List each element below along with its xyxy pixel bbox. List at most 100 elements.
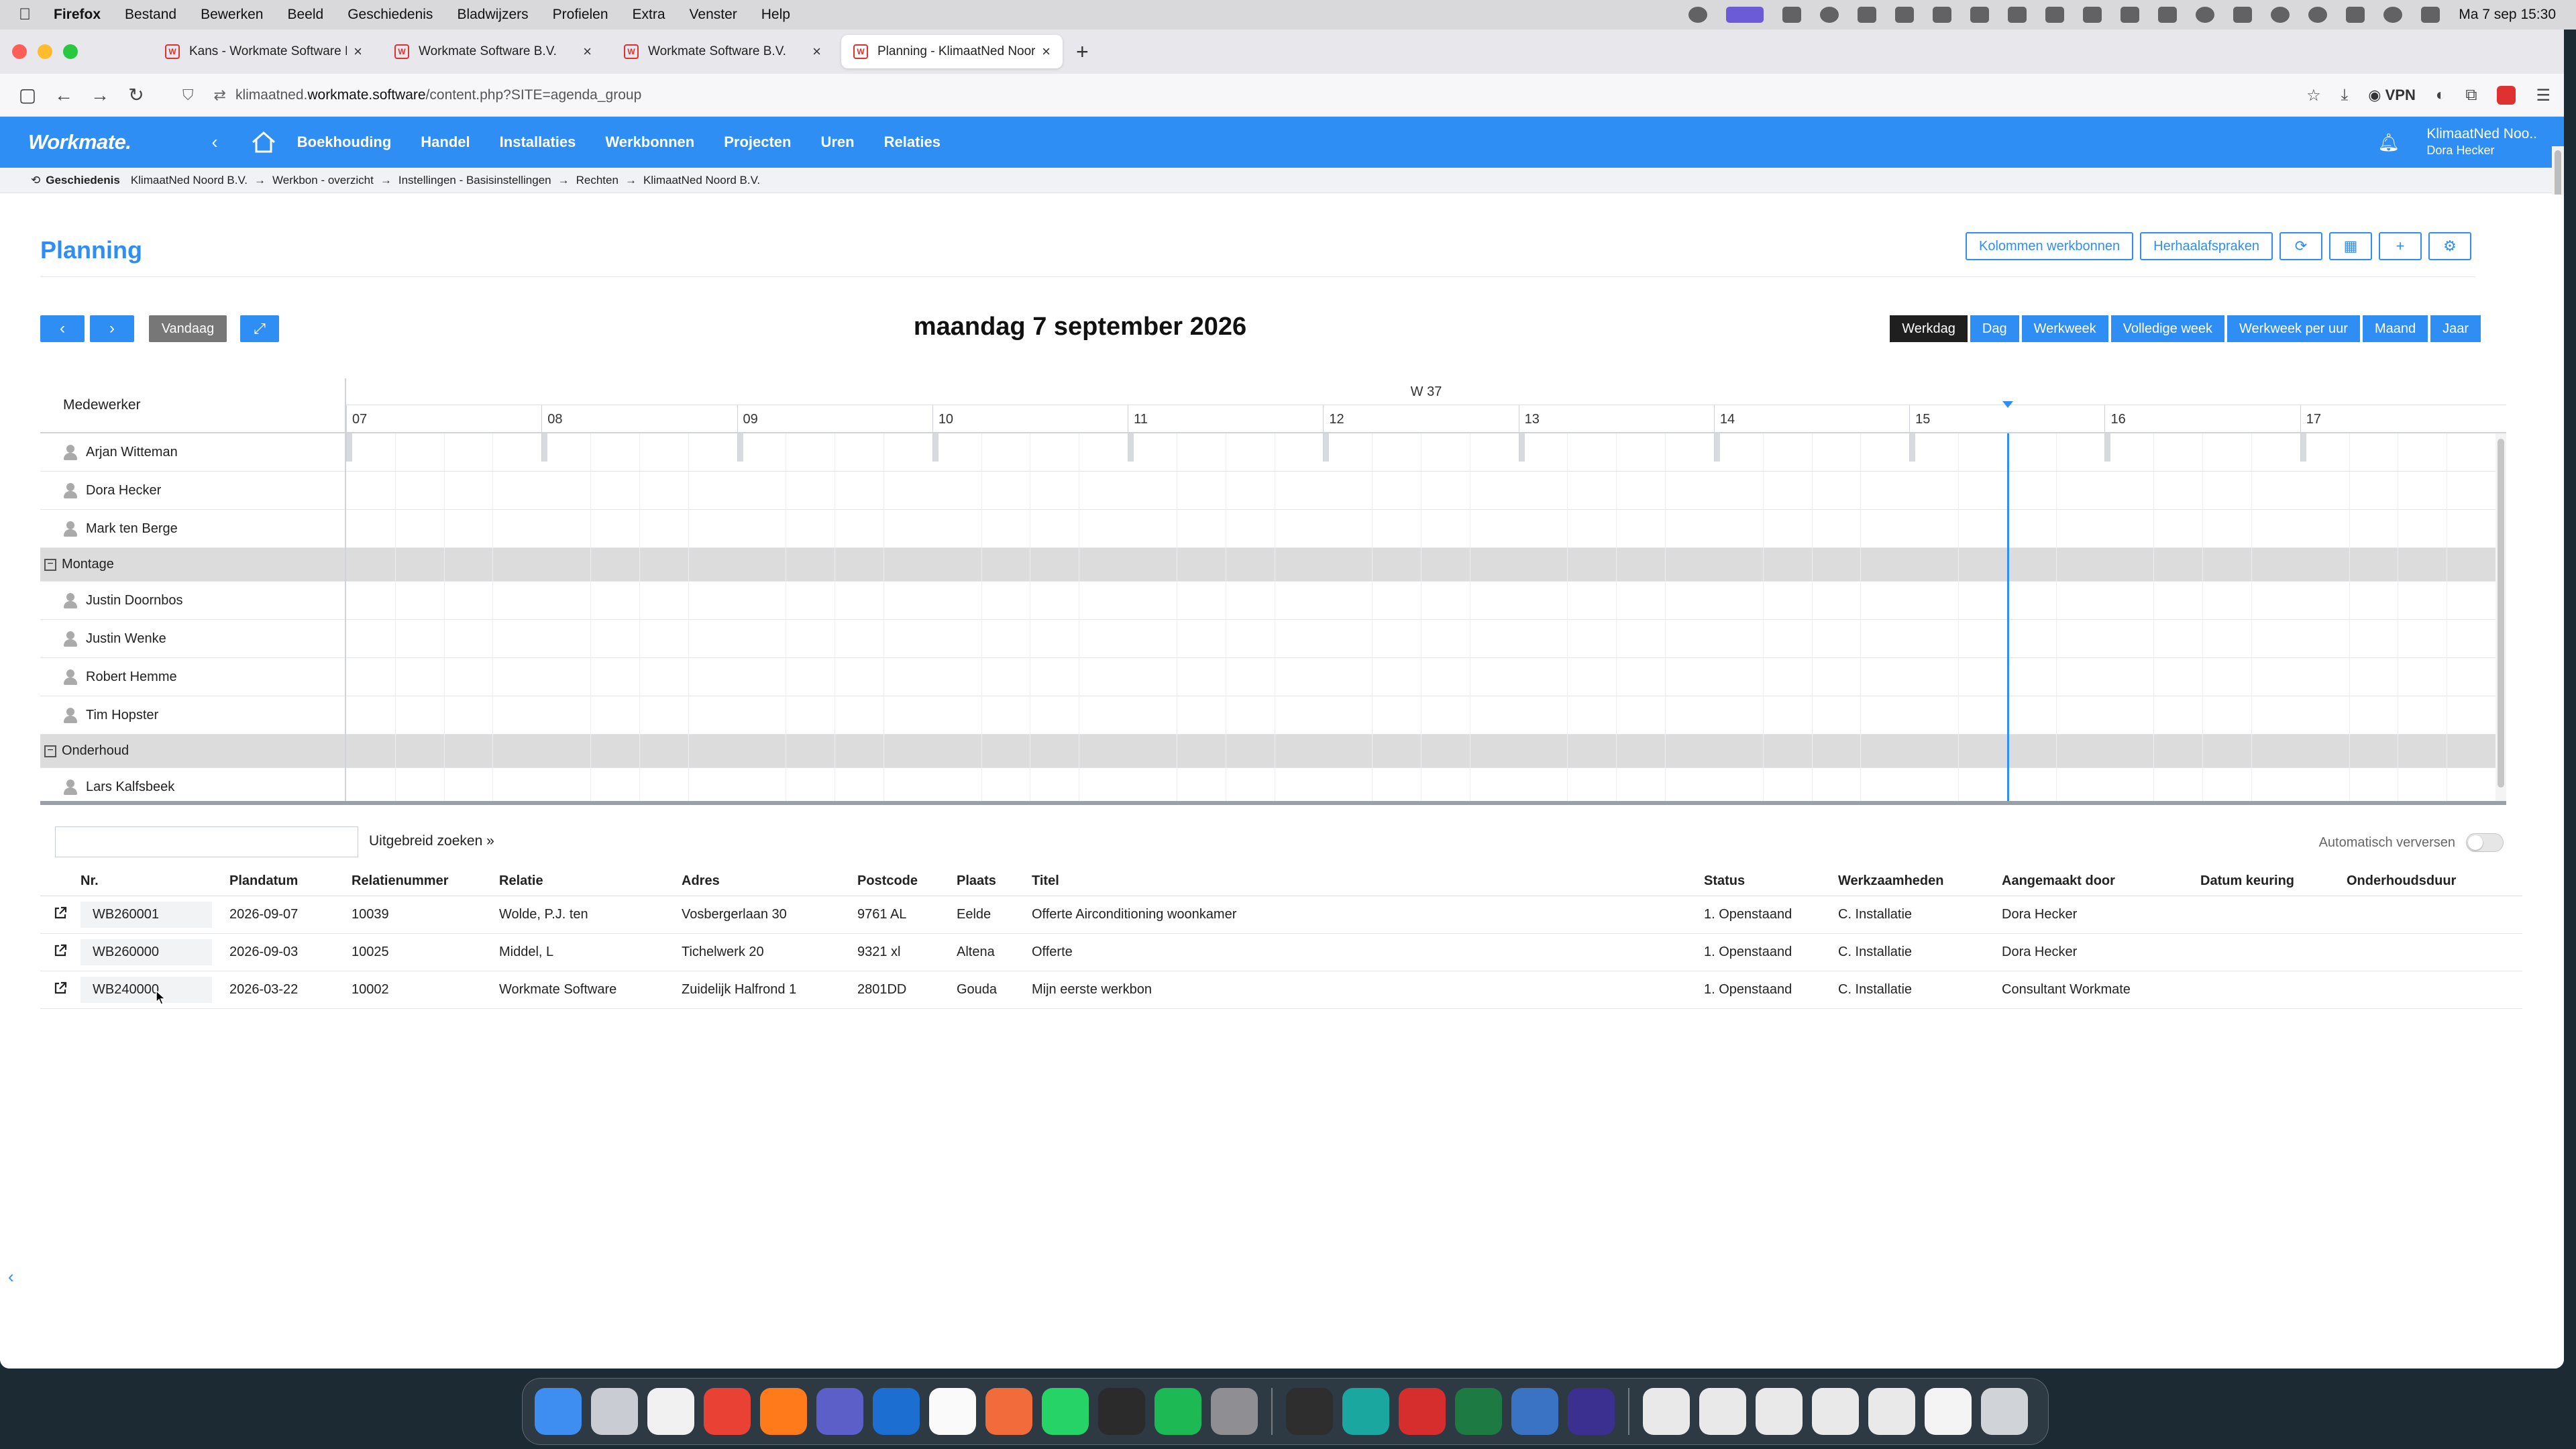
spotlight-icon[interactable] [2383,7,2403,23]
minimize-window-button[interactable] [38,44,52,59]
bell-icon[interactable]: 🔔︎ [2377,132,2400,153]
document-thumbnail-icon[interactable] [1756,1388,1803,1435]
back-icon[interactable]: ← [46,85,82,106]
external-link-icon[interactable] [53,943,68,958]
timeline-row[interactable] [346,472,2506,510]
resource-row[interactable]: Arjan Witteman [40,433,345,472]
voice-memos-icon[interactable] [1098,1388,1145,1435]
breadcrumb-item[interactable]: Rechten [576,174,619,187]
menu-geschiedenis[interactable]: Geschiedenis [347,7,433,23]
auto-refresh-toggle[interactable] [2466,833,2504,852]
home-icon[interactable] [250,130,277,154]
menu-help[interactable]: Help [761,7,790,23]
timeline-row[interactable] [346,620,2506,658]
search-status-icon[interactable] [1688,7,1708,23]
status-app-icon[interactable] [1782,7,1802,23]
shield-icon[interactable]: ⛉ [182,87,194,104]
status-app-icon[interactable] [1820,7,1839,23]
nav-handel[interactable]: Handel [421,133,470,151]
view-button[interactable]: Maand [2362,315,2428,342]
header-cell[interactable]: Adres [682,873,857,889]
header-cell[interactable]: Datum keuring [2200,873,2347,889]
nav-uren[interactable]: Uren [820,133,854,151]
status-app-icon[interactable] [2158,7,2178,23]
zoom-window-button[interactable] [63,44,78,59]
collapse-group-icon[interactable]: − [44,745,56,757]
header-cell[interactable]: Aangemaakt door [2002,873,2200,889]
workorder-number[interactable]: WB260001 [80,902,212,928]
menu-app-name[interactable]: Firefox [54,7,101,23]
close-tab-icon[interactable]: × [583,43,592,60]
notion-status-icon[interactable] [2045,7,2065,23]
timeline-row[interactable] [346,582,2506,620]
menu-extra[interactable]: Extra [633,7,665,23]
close-window-button[interactable] [12,44,27,59]
status-app-icon[interactable] [1933,7,1952,23]
extension-icon[interactable]: ◐ [2436,86,2446,105]
timeline-row[interactable] [346,548,2506,582]
settings-sliders-icon[interactable]: ⚙︎ [2428,232,2471,260]
firefox-icon[interactable] [760,1388,807,1435]
timeline-row[interactable] [346,768,2506,801]
menu-bestand[interactable]: Bestand [125,7,176,23]
resource-row[interactable]: Lars Kalfsbeek [40,768,345,801]
collapse-menu-icon[interactable]: ‹ [211,131,217,153]
side-panel-toggle-icon[interactable]: ‹ [8,1267,14,1287]
resource-group[interactable]: − Onderhoud [40,735,345,768]
red-extension-icon[interactable] [2497,86,2516,105]
resource-row[interactable]: Dora Hecker [40,472,345,510]
table-row[interactable]: WB240000 2026-03-22 10002 Workmate Software… [40,971,2522,1009]
vpn-button[interactable]: ◉ VPN [2368,87,2416,104]
status-app-icon[interactable] [2083,7,2102,23]
menu-bewerken[interactable]: Bewerken [201,7,263,23]
columns-workorders-button[interactable]: Kolommen werkbonnen [1966,232,2134,260]
finder-icon[interactable] [535,1388,582,1435]
app-g-icon[interactable] [1568,1388,1615,1435]
reminders-icon[interactable] [647,1388,694,1435]
wifi-icon[interactable] [2271,7,2290,23]
workorder-number[interactable]: WB260000 [80,939,212,965]
display-icon[interactable] [2233,7,2253,23]
outlook-icon[interactable] [873,1388,920,1435]
header-cell[interactable]: Relatie [499,873,682,889]
breadcrumb-item[interactable]: KlimaatNed Noord B.V. [643,174,760,187]
trash-icon[interactable] [1981,1388,2028,1435]
plus-icon[interactable]: + [2379,232,2422,260]
workorder-number[interactable]: WB240000 [80,977,212,1003]
teams-icon[interactable] [816,1388,863,1435]
resource-row[interactable]: Robert Hemme [40,658,345,696]
view-button[interactable]: Dag [1970,315,2019,342]
recurring-appointments-button[interactable]: Herhaalafspraken [2140,232,2273,260]
timeline-row[interactable] [346,433,2506,472]
collapse-group-icon[interactable]: − [44,558,56,571]
cloud-icon[interactable] [1858,7,1877,23]
view-button[interactable]: Werkweek [2021,315,2108,342]
resource-row[interactable]: Justin Wenke [40,620,345,658]
new-tab-icon[interactable]: + [1076,40,1089,64]
app-leaf-icon[interactable] [1342,1388,1389,1435]
status-app-icon[interactable] [2121,7,2140,23]
browser-tab[interactable]: W Kans - Workmate Software B.V. × [153,35,374,68]
grid-icon[interactable]: ▦ [2329,232,2372,260]
pdf-app-icon[interactable] [1399,1388,1446,1435]
reload-icon[interactable]: ↻ [118,84,154,106]
play-icon[interactable] [2308,7,2328,23]
timeline-row[interactable] [346,696,2506,735]
header-cell[interactable]: Werkzaamheden [1838,873,2002,889]
apple-icon[interactable]:  [19,5,39,24]
header-cell[interactable]: Onderhoudsduur [2347,873,2494,889]
breadcrumb-item[interactable]: Werkbon - overzicht [272,174,374,187]
search-input[interactable] [55,826,358,857]
site-permissions-icon[interactable]: ⇄ [214,87,226,104]
forward-icon[interactable]: → [82,85,118,106]
battery-icon[interactable] [2346,7,2365,23]
scrollbar-thumb[interactable] [2498,439,2504,788]
screen-share-icon[interactable] [1726,7,1764,23]
system-settings-icon[interactable] [1211,1388,1258,1435]
timeline-row[interactable] [346,735,2506,768]
view-button[interactable]: Werkdag [1890,315,1968,342]
menu-profielen[interactable]: Profielen [553,7,608,23]
header-cell[interactable]: Postcode [857,873,957,889]
app-disk-icon[interactable] [1511,1388,1558,1435]
header-cell[interactable]: Plandatum [229,873,352,889]
